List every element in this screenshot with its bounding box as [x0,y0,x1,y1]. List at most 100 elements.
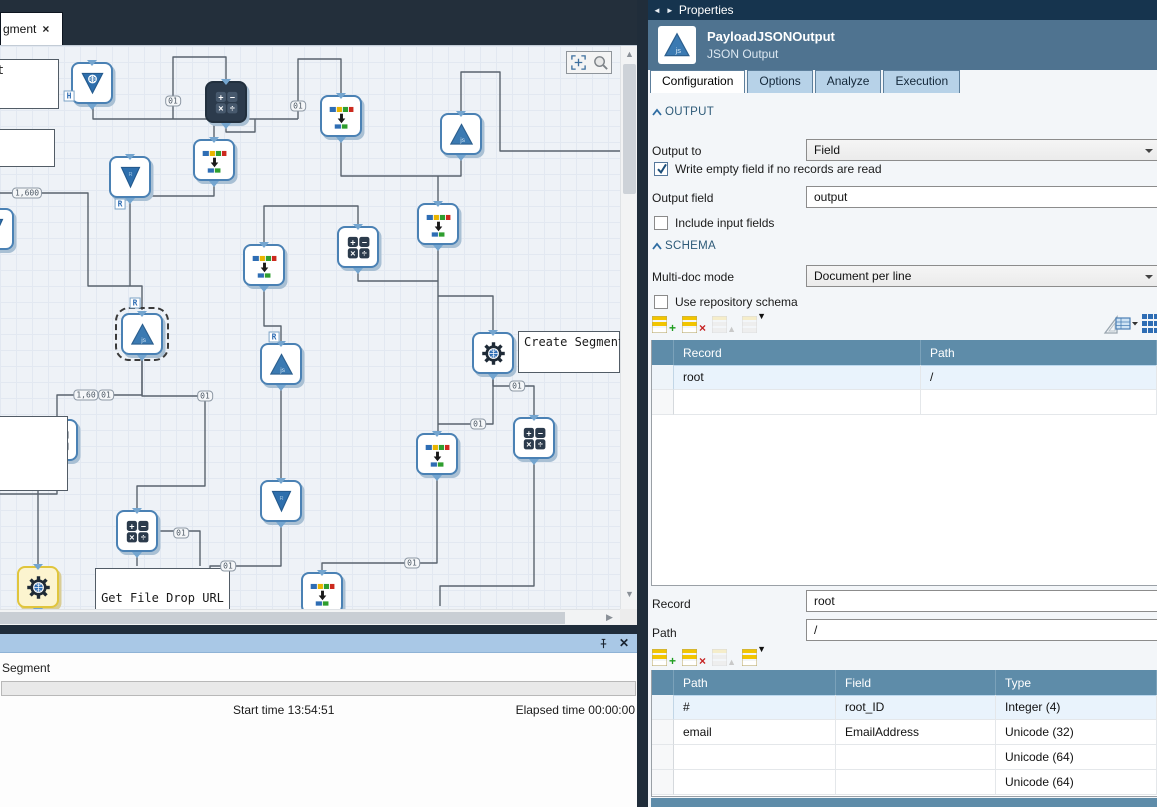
node-json-triangle-selected[interactable]: js [121,313,163,355]
table-row[interactable]: emailEmailAddressUnicode (32) [652,720,1157,745]
node-funnel[interactable]: R [260,480,302,522]
document-tab[interactable]: gment × [0,12,63,45]
table-cell[interactable] [674,770,836,795]
top-port-icon[interactable] [259,242,269,248]
row-selector[interactable] [652,390,674,415]
column-header[interactable]: Record [674,340,921,365]
bottom-port-icon[interactable] [259,286,269,292]
node-derive[interactable]: +−×÷ [116,510,158,552]
table-cell[interactable] [674,390,921,415]
row-selector[interactable] [652,745,674,770]
canvas-vertical-scrollbar[interactable]: ▲ ▼ [620,46,637,624]
column-header[interactable]: Field [836,670,996,695]
table-cell[interactable]: Unicode (32) [996,720,1157,745]
scroll-right-icon[interactable]: ▶ [601,610,618,625]
top-port-icon[interactable] [433,201,443,207]
nav-forward-icon[interactable]: ► [666,6,674,15]
panel-splitter[interactable] [0,625,637,634]
node-json-triangle[interactable]: js [260,343,302,385]
table-row[interactable]: Unicode (64) [652,745,1157,770]
table-cell[interactable]: email [674,720,836,745]
table-cell[interactable] [836,745,996,770]
delete-field-button[interactable]: × [682,648,705,667]
grid-view-icon[interactable] [1142,314,1157,333]
bottom-port-icon[interactable] [276,385,286,391]
table-cell[interactable]: / [921,365,1157,390]
table-cell[interactable]: root_ID [836,695,996,720]
bottom-port-icon[interactable] [276,522,286,528]
canvas-horizontal-scrollbar[interactable]: ▶ [0,609,620,625]
bottom-port-icon[interactable] [125,198,135,204]
table-cell[interactable]: EmailAddress [836,720,996,745]
bottom-port-icon[interactable] [529,459,539,465]
table-row[interactable]: #root_IDInteger (4) [652,695,1157,720]
nav-back-icon[interactable]: ◄ [653,6,661,15]
tab-configuration[interactable]: Configuration [650,70,745,93]
column-header[interactable]: Type [996,670,1157,695]
execution-panel-header[interactable]: ✕ [0,634,637,653]
canvas-note-label[interactable]: Create Segment [518,331,620,373]
bottom-port-icon[interactable] [432,475,442,481]
top-port-icon[interactable] [353,224,363,230]
bottom-port-icon[interactable] [221,123,231,129]
top-port-icon[interactable] [137,311,147,317]
include-input-checkbox-row[interactable]: Include input fields [654,216,774,230]
bottom-port-icon[interactable] [433,245,443,251]
node-derive[interactable]: +−×÷ [513,417,555,459]
magnifier-icon[interactable] [592,54,609,71]
table-row[interactable]: Unicode (64) [652,770,1157,795]
node-derive[interactable]: +−×÷ [337,226,379,268]
table-cell[interactable]: root [674,365,921,390]
table-row[interactable] [652,390,1157,415]
canvas-note-label[interactable]: f [0,416,68,491]
tab-execution[interactable]: Execution [883,70,960,93]
row-selector[interactable] [652,365,674,390]
top-port-icon[interactable] [488,330,498,336]
scroll-up-icon[interactable]: ▲ [621,46,637,62]
fit-to-view-icon[interactable] [570,54,587,71]
bottom-port-icon[interactable] [137,355,147,361]
node-funnel[interactable]: R [109,156,151,198]
top-port-icon[interactable] [276,478,286,484]
multidoc-mode-dropdown[interactable]: Document per line [806,265,1157,287]
write-empty-checkbox-row[interactable]: Write empty field if no records are read [654,162,882,176]
node-sort[interactable] [416,433,458,475]
pin-icon[interactable] [598,638,609,649]
field-menu-button[interactable]: ▼ [742,648,765,667]
bottom-port-icon[interactable] [456,155,466,161]
top-port-icon[interactable] [87,60,97,66]
table-cell[interactable] [674,745,836,770]
path-input[interactable]: / [806,619,1157,641]
scroll-down-icon[interactable]: ▼ [621,586,637,602]
bottom-port-icon[interactable] [488,374,498,380]
node-json-triangle[interactable]: js [440,113,482,155]
tab-close-icon[interactable]: × [42,22,49,36]
node-sort[interactable] [320,95,362,137]
top-port-icon[interactable] [529,415,539,421]
top-port-icon[interactable] [132,508,142,514]
schema-section-header[interactable]: SCHEMA [652,240,716,252]
vertical-scroll-thumb[interactable] [623,64,636,194]
top-port-icon[interactable] [317,570,327,576]
table-cell[interactable]: Integer (4) [996,695,1157,720]
fields-table-scrollbar[interactable] [651,798,1157,807]
row-selector[interactable] [652,720,674,745]
table-cell[interactable] [921,390,1157,415]
canvas-note-label[interactable]: Input [0,59,59,109]
top-port-icon[interactable] [456,111,466,117]
tab-analyze[interactable]: Analyze [815,70,882,93]
bottom-port-icon[interactable] [209,181,219,187]
row-menu-button[interactable]: ▼ [742,315,765,334]
output-section-header[interactable]: OUTPUT [652,106,714,118]
node-sort[interactable] [193,139,235,181]
top-port-icon[interactable] [125,154,135,160]
bottom-port-icon[interactable] [87,104,97,110]
top-port-icon[interactable] [336,93,346,99]
use-repo-schema-checkbox[interactable] [654,295,668,309]
table-cell[interactable] [836,770,996,795]
canvas-note-label[interactable]: cords [0,129,55,167]
table-cell[interactable]: Unicode (64) [996,770,1157,795]
top-port-icon[interactable] [209,137,219,143]
node-funnel[interactable]: R [0,208,14,250]
node-funnel-globe[interactable] [71,62,113,104]
